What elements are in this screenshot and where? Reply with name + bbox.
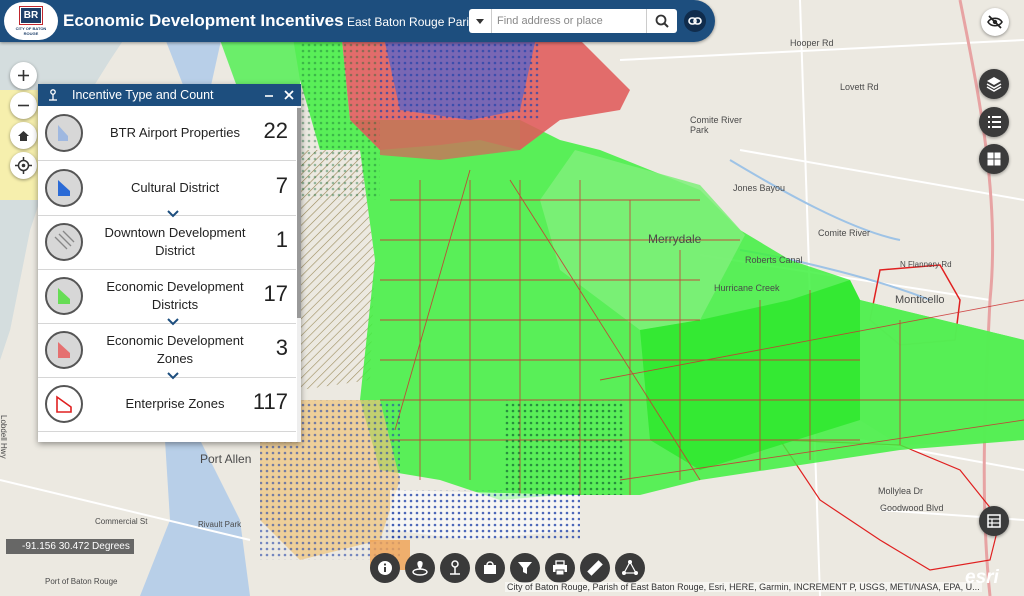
list-icon bbox=[988, 116, 1001, 128]
logo-mark: BR bbox=[21, 8, 41, 23]
map-label-n-flannery-rd: N Flannery Rd bbox=[900, 260, 952, 269]
incentive-count: 1 bbox=[275, 227, 288, 252]
home-button[interactable] bbox=[10, 122, 37, 149]
info-icon bbox=[378, 561, 392, 575]
incentive-row-enterprise[interactable]: Enterprise Zones 117 bbox=[38, 377, 296, 432]
incentive-row-edd[interactable]: Economic Development Districts 17 bbox=[38, 269, 296, 326]
share-icon bbox=[622, 560, 638, 575]
incentive-row-edz[interactable]: Economic Development Zones 3 bbox=[38, 323, 296, 380]
logo-caption: CITY OF BATON ROUGE bbox=[15, 26, 47, 36]
incentive-label: Downtown Development District bbox=[104, 225, 246, 258]
incentive-row-downtown[interactable]: Downtown Development District 1 bbox=[38, 215, 296, 270]
map-label-hooper-rd: Hooper Rd bbox=[790, 38, 834, 48]
measure-button[interactable] bbox=[580, 553, 610, 583]
search-button[interactable] bbox=[646, 9, 677, 33]
coordinate-readout: -91.156 30.472 Degrees bbox=[6, 539, 134, 554]
panel-scrollbar-thumb[interactable] bbox=[297, 108, 301, 318]
map-label-port-allen: Port Allen bbox=[200, 452, 252, 466]
about-button[interactable] bbox=[370, 553, 400, 583]
outline-polygon-symbol-icon bbox=[45, 385, 83, 423]
map-label-goodwood-blvd: Goodwood Blvd bbox=[880, 503, 944, 513]
map-attribution: City of Baton Rouge, Parish of East Bato… bbox=[505, 582, 982, 592]
map-label-merrydale: Merrydale bbox=[648, 232, 702, 246]
incentive-count: 7 bbox=[275, 173, 288, 198]
zoom-in-button[interactable] bbox=[10, 62, 37, 89]
eye-off-icon bbox=[987, 15, 1003, 29]
incentive-label: Economic Development Districts bbox=[106, 279, 244, 312]
map-label-lovett-rd: Lovett Rd bbox=[840, 82, 879, 92]
bookmark-button[interactable] bbox=[405, 553, 435, 583]
print-button[interactable] bbox=[545, 553, 575, 583]
pin-icon bbox=[450, 560, 460, 575]
search-input[interactable] bbox=[497, 12, 637, 29]
layers-button[interactable] bbox=[979, 69, 1009, 99]
filter-icon bbox=[518, 562, 532, 574]
green-polygon-symbol-icon bbox=[45, 277, 83, 315]
pin-icon[interactable] bbox=[45, 87, 61, 103]
minus-icon bbox=[18, 104, 29, 107]
legend-button[interactable] bbox=[979, 107, 1009, 137]
map-label-comite-river-park: Comite River Park bbox=[690, 115, 743, 135]
cultural-polygon-symbol-icon bbox=[45, 169, 83, 207]
map-label-rivault-park: Rivault Park bbox=[198, 520, 242, 529]
shopping-bag-icon bbox=[484, 561, 496, 574]
map-label-lobdell-hwy: Lobdell Hwy bbox=[0, 415, 8, 459]
city-logo: BR CITY OF BATON ROUGE bbox=[4, 2, 58, 40]
layers-icon bbox=[986, 77, 1002, 92]
red-polygon-symbol-icon bbox=[45, 331, 83, 369]
printer-icon bbox=[553, 560, 567, 576]
incentive-count: 117 bbox=[252, 389, 288, 414]
crosshair-icon bbox=[15, 157, 32, 174]
location-pin-icon bbox=[412, 561, 428, 576]
map-label-monticello: Monticello bbox=[895, 294, 945, 306]
close-icon[interactable] bbox=[282, 88, 296, 102]
minimize-icon[interactable] bbox=[262, 88, 276, 102]
map-label-mollylea-dr: Mollylea Dr bbox=[878, 486, 924, 496]
esri-logo: esri bbox=[965, 567, 999, 588]
incentive-label: BTR Airport Properties bbox=[109, 125, 241, 140]
plus-icon bbox=[18, 70, 29, 81]
ruler-icon bbox=[587, 560, 603, 576]
map-label-hurricane-creek: Hurricane Creek bbox=[714, 283, 780, 293]
map-label-comite-river: Comite River bbox=[818, 228, 871, 238]
share-button[interactable] bbox=[615, 553, 645, 583]
incentive-row-airport[interactable]: BTR Airport Properties 22 bbox=[38, 106, 296, 161]
incentive-label: Cultural District bbox=[130, 180, 220, 195]
hatched-polygon-symbol-icon bbox=[45, 223, 83, 261]
share-link-button[interactable] bbox=[684, 10, 706, 32]
nearby-button[interactable] bbox=[440, 553, 470, 583]
incentive-count: 17 bbox=[263, 281, 288, 306]
search-box bbox=[469, 9, 677, 33]
panel-title: Incentive Type and Count bbox=[72, 88, 214, 102]
query-button[interactable] bbox=[475, 553, 505, 583]
map-label-roberts-canal: Roberts Canal bbox=[745, 255, 803, 265]
search-source-dropdown[interactable] bbox=[469, 9, 492, 33]
airport-polygon-symbol-icon bbox=[45, 114, 83, 152]
filter-button[interactable] bbox=[510, 553, 540, 583]
app-title: Economic Development Incentives bbox=[63, 11, 344, 30]
incentive-count: 22 bbox=[263, 118, 288, 143]
panel-header: Incentive Type and Count bbox=[38, 84, 301, 106]
incentive-row-cultural[interactable]: Cultural District 7 bbox=[38, 161, 296, 218]
app-subtitle: East Baton Rouge Parish bbox=[347, 15, 482, 29]
toggle-visibility-button[interactable] bbox=[981, 8, 1009, 36]
map-label-port-of-br: Port of Baton Rouge bbox=[45, 577, 118, 586]
map-label-commercial-st: Commercial St bbox=[95, 517, 148, 526]
attribute-table-button[interactable] bbox=[979, 506, 1009, 536]
incentive-label: Economic Development Zones bbox=[106, 333, 244, 366]
link-icon bbox=[688, 17, 702, 25]
grid-icon bbox=[987, 152, 1001, 166]
search-icon bbox=[655, 14, 669, 28]
table-icon bbox=[987, 514, 1001, 528]
basemap-gallery-button[interactable] bbox=[979, 144, 1009, 174]
map-label-jones-bayou: Jones Bayou bbox=[733, 183, 786, 193]
incentive-label: Enterprise Zones bbox=[125, 396, 225, 411]
locate-button[interactable] bbox=[10, 152, 37, 179]
incentive-panel: Incentive Type and Count BTR Airport Pro… bbox=[38, 84, 301, 442]
home-icon bbox=[18, 131, 29, 141]
incentive-count: 3 bbox=[275, 335, 288, 360]
app-header: BR CITY OF BATON ROUGE Economic Developm… bbox=[0, 0, 715, 42]
zoom-out-button[interactable] bbox=[10, 92, 37, 119]
